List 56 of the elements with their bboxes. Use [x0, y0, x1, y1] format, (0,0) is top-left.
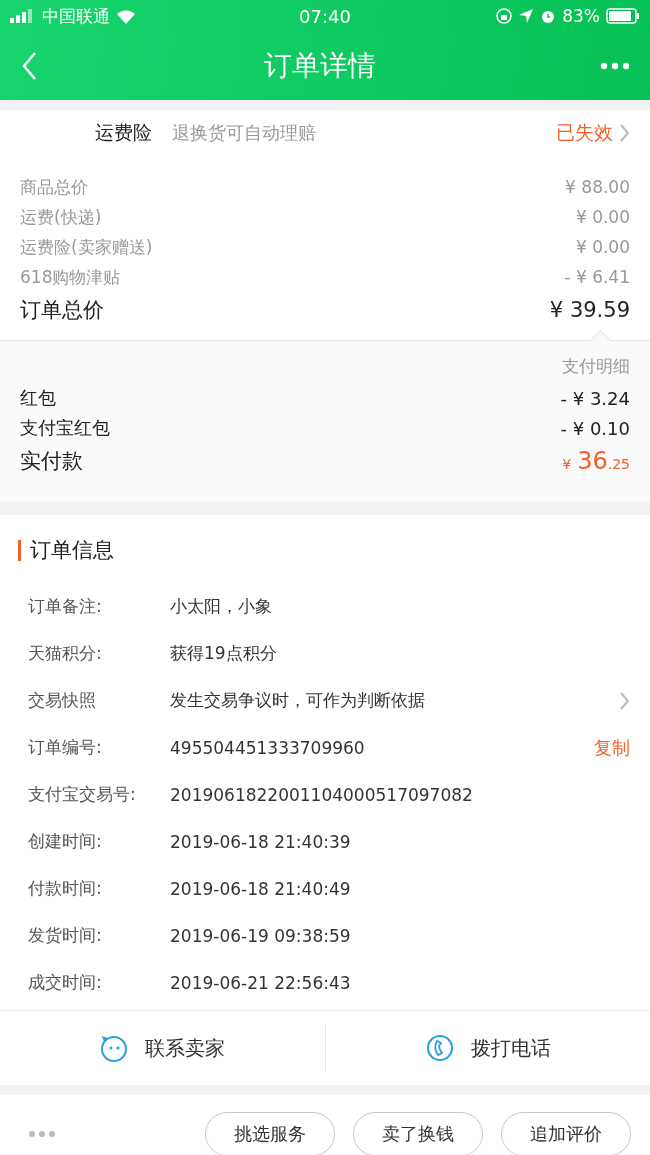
- alarm-icon: [540, 8, 557, 24]
- page-title: 订单详情: [263, 48, 377, 84]
- payment-label: 支付宝红包: [20, 416, 110, 440]
- rotation-lock-icon: [496, 8, 513, 24]
- price-value: ¥ 88.00: [565, 177, 630, 197]
- price-value: ¥ 39.59: [549, 298, 630, 322]
- battery-percent: 83%: [562, 6, 600, 26]
- price-value: ¥ 0.00: [575, 237, 630, 257]
- info-value: 获得19点积分: [170, 642, 278, 665]
- chat-face-icon: [99, 1033, 130, 1063]
- payment-value: - ¥ 0.10: [560, 417, 630, 439]
- info-label: 付款时间:: [28, 877, 103, 900]
- wifi-icon: [116, 8, 136, 24]
- info-label: 支付宝交易号:: [28, 783, 137, 806]
- price-label: 商品总价: [20, 175, 88, 199]
- info-label: 成交时间:: [28, 971, 103, 994]
- section-marker: [18, 539, 21, 561]
- info-value: 发生交易争议时，可作为判断依据: [170, 689, 426, 712]
- price-label: 运费(快递): [20, 205, 102, 229]
- location-arrow-icon: [518, 8, 535, 24]
- action-button[interactable]: 追加评价: [501, 1111, 631, 1155]
- info-label: 创建时间:: [28, 830, 103, 853]
- info-value: 2019-06-21 22:56:43: [170, 972, 352, 993]
- price-label: 订单总价: [20, 297, 104, 324]
- price-value: - ¥ 6.41: [564, 267, 630, 287]
- chevron-right-icon[interactable]: [619, 123, 630, 143]
- paid-label: 实付款: [20, 448, 83, 475]
- info-label: 天猫积分:: [28, 642, 103, 665]
- info-value: 2019-06-18 21:40:39: [170, 831, 352, 852]
- price-label: 运费险(卖家赠送): [20, 235, 153, 259]
- info-value: 2019-06-19 09:38:59: [170, 925, 352, 946]
- action-button[interactable]: 挑选服务: [205, 1111, 335, 1155]
- price-label: 618购物津贴: [20, 265, 121, 289]
- phone-icon: [424, 1033, 455, 1063]
- info-label: 发货时间:: [28, 924, 103, 947]
- info-label: 订单编号:: [28, 736, 103, 759]
- paid-amount: ¥ 36.25: [562, 447, 630, 475]
- section-title: 订单信息: [30, 537, 114, 564]
- battery-icon: [606, 8, 640, 24]
- more-icon[interactable]: [600, 62, 630, 70]
- info-value: 495504451333709960: [170, 737, 366, 758]
- price-value: ¥ 0.00: [575, 207, 630, 227]
- info-label: 订单备注:: [28, 595, 103, 618]
- insurance-description: 退换货可自动理赔: [172, 121, 317, 145]
- clock-time: 07:40: [299, 5, 351, 27]
- info-value: 2019061822001104000517097082: [170, 784, 474, 805]
- payment-label: 红包: [20, 386, 56, 410]
- chevron-right-icon[interactable]: [619, 690, 630, 711]
- info-value: 小太阳，小象: [170, 595, 273, 618]
- carrier-name: 中国联通: [42, 4, 110, 28]
- info-value: 2019-06-18 21:40:49: [170, 878, 352, 899]
- more-icon[interactable]: [28, 1129, 56, 1138]
- payment-value: - ¥ 3.24: [560, 387, 630, 409]
- insurance-label: 运费险: [95, 120, 152, 145]
- info-label: 交易快照: [28, 689, 97, 712]
- action-button[interactable]: 卖了换钱: [353, 1111, 483, 1155]
